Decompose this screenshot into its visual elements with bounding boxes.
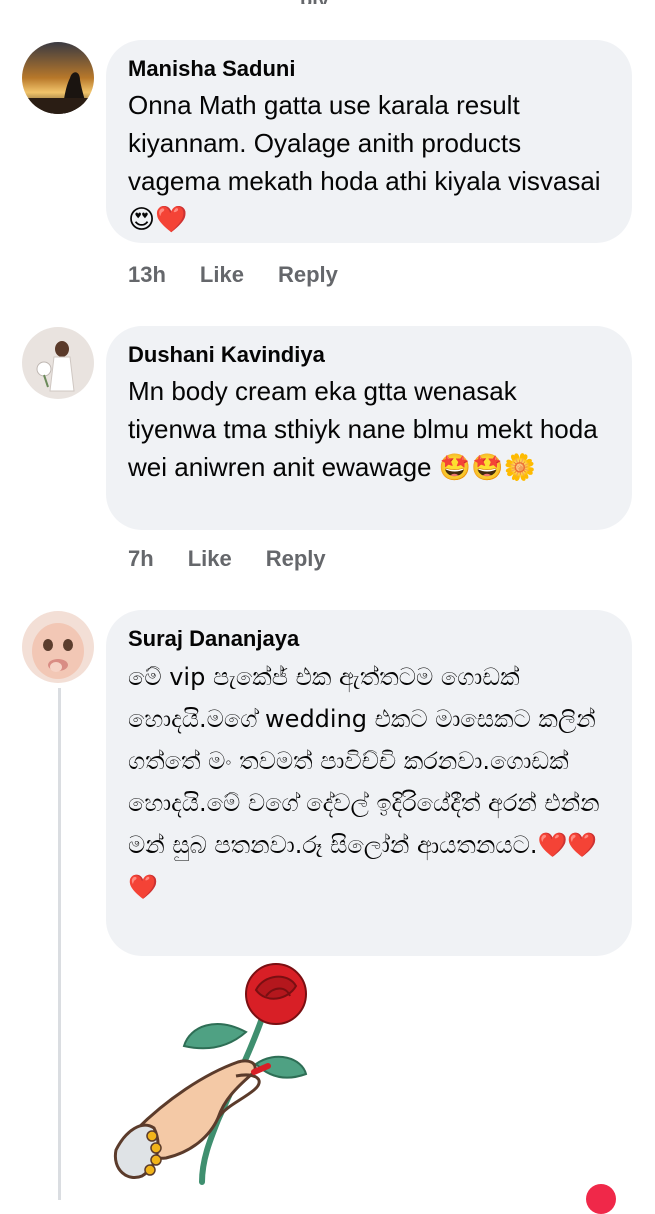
like-button[interactable]: Like [188,546,232,572]
comment-time[interactable]: 7h [128,546,154,572]
reply-button[interactable]: Reply [278,262,338,288]
avatar[interactable] [22,42,94,114]
avatar[interactable] [22,611,94,683]
comment-time[interactable]: 13h [128,262,166,288]
comment-actions: 7h Like Reply [128,546,326,572]
comment-author[interactable]: Suraj Dananjaya [128,624,610,654]
avatar[interactable] [22,327,94,399]
avatar-baby-icon [22,611,94,683]
rose-in-hand-sticker-icon [113,963,308,1185]
comment-author[interactable]: Manisha Saduni [128,54,610,84]
avatar-sunset-icon [22,42,94,114]
comment-author[interactable]: Dushani Kavindiya [128,340,610,370]
like-button[interactable]: Like [200,262,244,288]
reply-button[interactable]: Reply [266,546,326,572]
sticker[interactable] [106,960,326,1190]
reply-thread-line [58,688,61,1200]
previous-comment-fragment: ply [300,0,360,4]
comment-text: Mn body cream eka gtta wenasak tiyenwa t… [128,376,598,482]
avatar-bride-icon [22,327,94,399]
comment-bubble: Suraj Dananjaya මේ vip පැකේජ් එක ඇත්තටම … [106,610,632,956]
comment-bubble: Manisha Saduni Onna Math gatta use karal… [106,40,632,243]
comment-text: Onna Math gatta use karala result kiyann… [128,90,601,234]
love-reaction-icon[interactable] [586,1184,616,1214]
comment-actions: 13h Like Reply [128,262,338,288]
comment-text: මේ vip පැකේජ් එක ඇත්තටම ගොඩක් හොදයි.මගේ … [128,663,600,901]
comment-bubble: Dushani Kavindiya Mn body cream eka gtta… [106,326,632,530]
